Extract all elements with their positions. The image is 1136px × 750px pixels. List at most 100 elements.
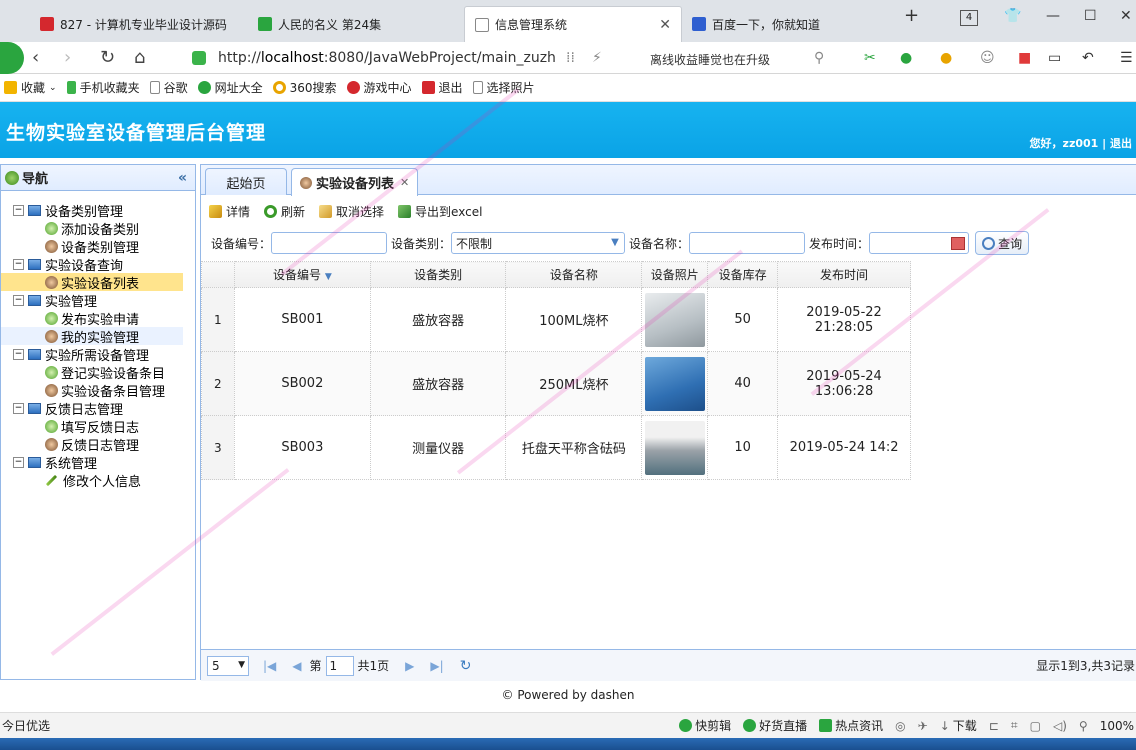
zoom-icon[interactable]: ⚲	[1079, 719, 1088, 733]
close-tab-icon[interactable]: ✕	[400, 176, 409, 189]
bookmark-google[interactable]: 谷歌	[149, 79, 188, 96]
tree-group-required-devices[interactable]: − 实验所需设备管理	[1, 345, 195, 364]
pin-icon[interactable]: ✈	[918, 719, 928, 733]
bookmark-photo[interactable]: 选择照片	[472, 79, 535, 96]
column-header-time[interactable]: 发布时间	[777, 261, 911, 288]
detail-button[interactable]: 详情	[209, 203, 250, 220]
tree-item-register-entry[interactable]: 登记实验设备条目	[1, 363, 195, 382]
minimize-icon[interactable]: —	[1046, 8, 1060, 24]
welcome-logout[interactable]: 您好，zz001 | 退出	[1030, 135, 1132, 151]
column-header-type[interactable]: 设备类别	[369, 261, 507, 288]
tree-item-manage-category[interactable]: 设备类别管理	[1, 237, 195, 256]
status-left-text[interactable]: 今日优选	[2, 717, 50, 734]
table-row[interactable]: 1 SB001 盛放容器 100ML烧杯 50 2019-05-22 21:28…	[201, 287, 911, 352]
tree-group-device-category[interactable]: − 设备类别管理	[1, 201, 195, 220]
tree-group-feedback[interactable]: − 反馈日志管理	[1, 399, 195, 418]
column-header-name[interactable]: 设备名称	[505, 261, 643, 288]
home-icon[interactable]: ⌂	[134, 47, 145, 68]
tree-item-add-category[interactable]: 添加设备类别	[1, 219, 195, 238]
crop-icon[interactable]: ⌗	[1011, 718, 1018, 733]
address-hint[interactable]: 离线收益睡觉也在升级	[650, 51, 770, 68]
status-item-download[interactable]: ↓ 下载	[940, 717, 977, 734]
zoom-level[interactable]: 100%	[1100, 719, 1134, 733]
collapse-node-icon[interactable]: −	[13, 402, 24, 414]
query-button[interactable]: 查询	[975, 231, 1030, 255]
column-header-photo[interactable]: 设备照片	[641, 261, 709, 288]
next-page-icon[interactable]: ▶	[405, 659, 414, 673]
scissors-icon[interactable]: ✂	[864, 50, 876, 66]
collapse-node-icon[interactable]: −	[13, 258, 24, 270]
bookmark-mobile[interactable]: 手机收藏夹	[66, 79, 140, 96]
prev-page-icon[interactable]: ◀	[292, 659, 301, 673]
tree-item-manage-feedback[interactable]: 反馈日志管理	[1, 435, 195, 454]
reload-icon[interactable]: ↻	[100, 47, 115, 68]
window-icon[interactable]: ⊏	[989, 719, 999, 733]
tree-item-device-list[interactable]: 实验设备列表	[1, 273, 183, 292]
coin-icon[interactable]: ●	[900, 50, 912, 66]
tree-item-manage-entry[interactable]: 实验设备条目管理	[1, 381, 195, 400]
grid-icon[interactable]: ⁞⁞	[566, 50, 575, 66]
apps-icon[interactable]: ■	[1018, 50, 1031, 66]
device-name-input[interactable]	[689, 232, 806, 254]
collapse-node-icon[interactable]: −	[13, 204, 24, 216]
bookmark-exit[interactable]: 退出	[421, 79, 463, 96]
column-header-code[interactable]: 设备编号 ▼	[233, 261, 371, 288]
browser-tab-2[interactable]: 人民的名义 第24集	[248, 6, 462, 42]
bookmark-360[interactable]: 360搜索	[272, 79, 337, 96]
speaker-icon[interactable]: ◁)	[1053, 719, 1067, 733]
wallet-icon[interactable]: ●	[940, 50, 952, 66]
forward-icon[interactable]: ›	[64, 47, 71, 68]
refresh-button[interactable]: 刷新	[264, 203, 305, 220]
tree-item-publish-experiment[interactable]: 发布实验申请	[1, 309, 195, 328]
first-page-icon[interactable]: |◀	[263, 659, 276, 673]
tree-group-device-query[interactable]: − 实验设备查询	[1, 255, 195, 274]
search-icon[interactable]: ⚲	[814, 50, 824, 66]
collapse-node-icon[interactable]: −	[13, 348, 24, 360]
tree-item-my-experiments[interactable]: 我的实验管理	[1, 327, 183, 346]
undo-icon[interactable]: ↶	[1082, 50, 1094, 66]
reload-page-icon[interactable]: ↻	[460, 658, 472, 674]
new-tab-icon[interactable]: +	[904, 5, 919, 26]
lightning-icon[interactable]: ⚡	[592, 50, 602, 66]
table-row[interactable]: 2 SB002 盛放容器 250ML烧杯 40 2019-05-24 13:06…	[201, 351, 911, 416]
status-item-news[interactable]: 热点资讯	[819, 717, 883, 734]
browser-tab-active[interactable]: 信息管理系统 ✕	[464, 6, 682, 42]
battery-icon[interactable]: ▭	[1048, 50, 1061, 66]
tab-device-list[interactable]: 实验设备列表 ✕	[291, 168, 419, 196]
last-page-icon[interactable]: ▶|	[430, 659, 443, 673]
bookmark-hao[interactable]: 网址大全	[197, 79, 263, 96]
close-tab-icon[interactable]: ✕	[659, 17, 671, 33]
device-type-select[interactable]: 不限制 ▼	[451, 232, 626, 254]
page-size-select[interactable]: 5 ▼	[207, 655, 249, 676]
page-number-input[interactable]: 1	[325, 655, 354, 676]
tree-item-edit-profile[interactable]: 修改个人信息	[1, 471, 195, 490]
collapse-node-icon[interactable]: −	[13, 294, 24, 306]
tab-start-page[interactable]: 起始页	[205, 168, 287, 195]
tree-group-experiment[interactable]: − 实验管理	[1, 291, 195, 310]
tree-group-system[interactable]: − 系统管理	[1, 453, 195, 472]
close-window-icon[interactable]: ✕	[1120, 8, 1132, 24]
status-item-clip[interactable]: 快剪辑	[679, 717, 731, 734]
status-item-live[interactable]: 好货直播	[743, 717, 807, 734]
collapse-sidebar-icon[interactable]: «	[178, 170, 187, 186]
browser-tab-4[interactable]: 百度一下，你就知道	[682, 6, 892, 42]
tab-count-badge[interactable]: 4	[960, 10, 978, 26]
chat-icon[interactable]: ☺	[980, 50, 995, 66]
column-header-stock[interactable]: 设备库存	[707, 261, 779, 288]
calendar-icon[interactable]	[951, 236, 966, 250]
bookmark-favorites[interactable]: 收藏 ⌄	[4, 79, 57, 96]
collapse-node-icon[interactable]: −	[13, 456, 24, 468]
browser-tab-1[interactable]: 827 - 计算机专业毕业设计源码	[30, 6, 248, 42]
table-row[interactable]: 3 SB003 测量仪器 托盘天平称含砝码 10 2019-05-24 14:2	[201, 415, 911, 480]
tree-item-write-feedback[interactable]: 填写反馈日志	[1, 417, 195, 436]
export-excel-button[interactable]: 导出到excel	[398, 203, 482, 220]
bookmark-games[interactable]: 游戏中心	[346, 79, 412, 96]
deselect-button[interactable]: 取消选择	[319, 203, 384, 220]
menu-icon[interactable]: ☰	[1120, 50, 1133, 66]
shirt-icon[interactable]: 👕	[1004, 8, 1021, 24]
device-code-input[interactable]	[271, 232, 388, 254]
maximize-icon[interactable]: ☐	[1084, 8, 1097, 24]
back-icon[interactable]: ‹	[32, 47, 39, 68]
screen-icon[interactable]: ▢	[1030, 719, 1041, 733]
compass-icon[interactable]: ◎	[895, 719, 905, 733]
